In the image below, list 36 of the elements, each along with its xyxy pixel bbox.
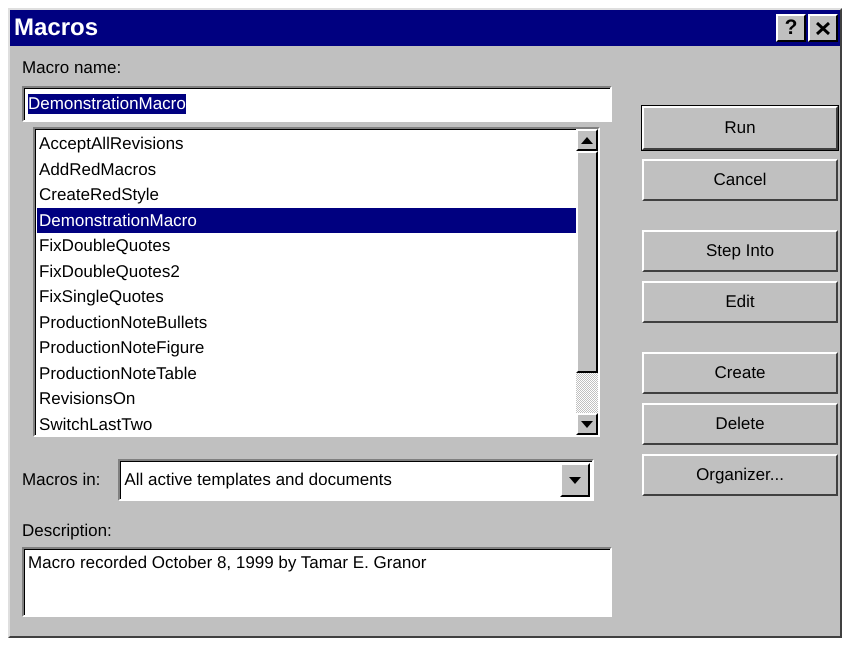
macro-list-item[interactable]: SwitchLastTwo xyxy=(37,412,576,437)
macro-list-item[interactable]: FixDoubleQuotes xyxy=(37,233,576,258)
macro-list-item[interactable]: DemonstrationMacro xyxy=(37,208,576,233)
dialog-button[interactable]: Step Into xyxy=(642,230,838,272)
macro-list-item[interactable]: CreateRedStyle xyxy=(37,182,576,208)
down-arrow-icon xyxy=(581,420,593,428)
field-label: Macros in: xyxy=(22,470,100,490)
dialog-button[interactable]: Cancel xyxy=(642,159,838,201)
macro-list-item[interactable]: AddRedMacros xyxy=(37,156,576,182)
macro-name-field[interactable]: DemonstrationMacro xyxy=(22,86,612,122)
description-box: Macro recorded October 8, 1999 by Tamar E. Granor xyxy=(22,547,612,617)
close-icon xyxy=(816,22,830,34)
dialog-button[interactable]: Delete xyxy=(642,403,838,445)
up-arrow-icon xyxy=(581,136,593,144)
field-label: Description: xyxy=(22,521,113,541)
dialog-button[interactable]: Organizer... xyxy=(642,454,838,496)
field-label: Macro name: xyxy=(22,58,122,78)
dropdown-button[interactable] xyxy=(560,463,590,497)
dialog-button[interactable]: Run xyxy=(642,106,838,150)
macro-list-item[interactable]: FixSingleQuotes xyxy=(37,284,576,310)
macro-list-item[interactable]: ProductionNoteFigure xyxy=(37,335,576,360)
dialog-button[interactable]: Create xyxy=(642,352,838,394)
scroll-down-button[interactable] xyxy=(576,413,598,435)
scroll-thumb[interactable] xyxy=(576,151,598,373)
macro-list-item[interactable]: ProductionNoteBullets xyxy=(37,310,576,335)
macro-list-item[interactable]: RevisionsOn xyxy=(37,386,576,412)
dialog-button[interactable]: Edit xyxy=(642,281,838,323)
macro-list-item[interactable]: AcceptAllRevisions xyxy=(37,131,576,156)
macros-in-dropdown[interactable]: All active templates and documents xyxy=(118,459,594,501)
close-button[interactable] xyxy=(808,14,838,42)
down-arrow-icon xyxy=(569,476,582,484)
window-title: Macros xyxy=(14,14,98,42)
scroll-up-button[interactable] xyxy=(576,129,598,151)
macro-list-item[interactable]: ProductionNoteTable xyxy=(37,360,576,386)
macro-list-item[interactable]: FixDoubleQuotes2 xyxy=(37,258,576,284)
help-button[interactable]: ? xyxy=(776,14,806,42)
